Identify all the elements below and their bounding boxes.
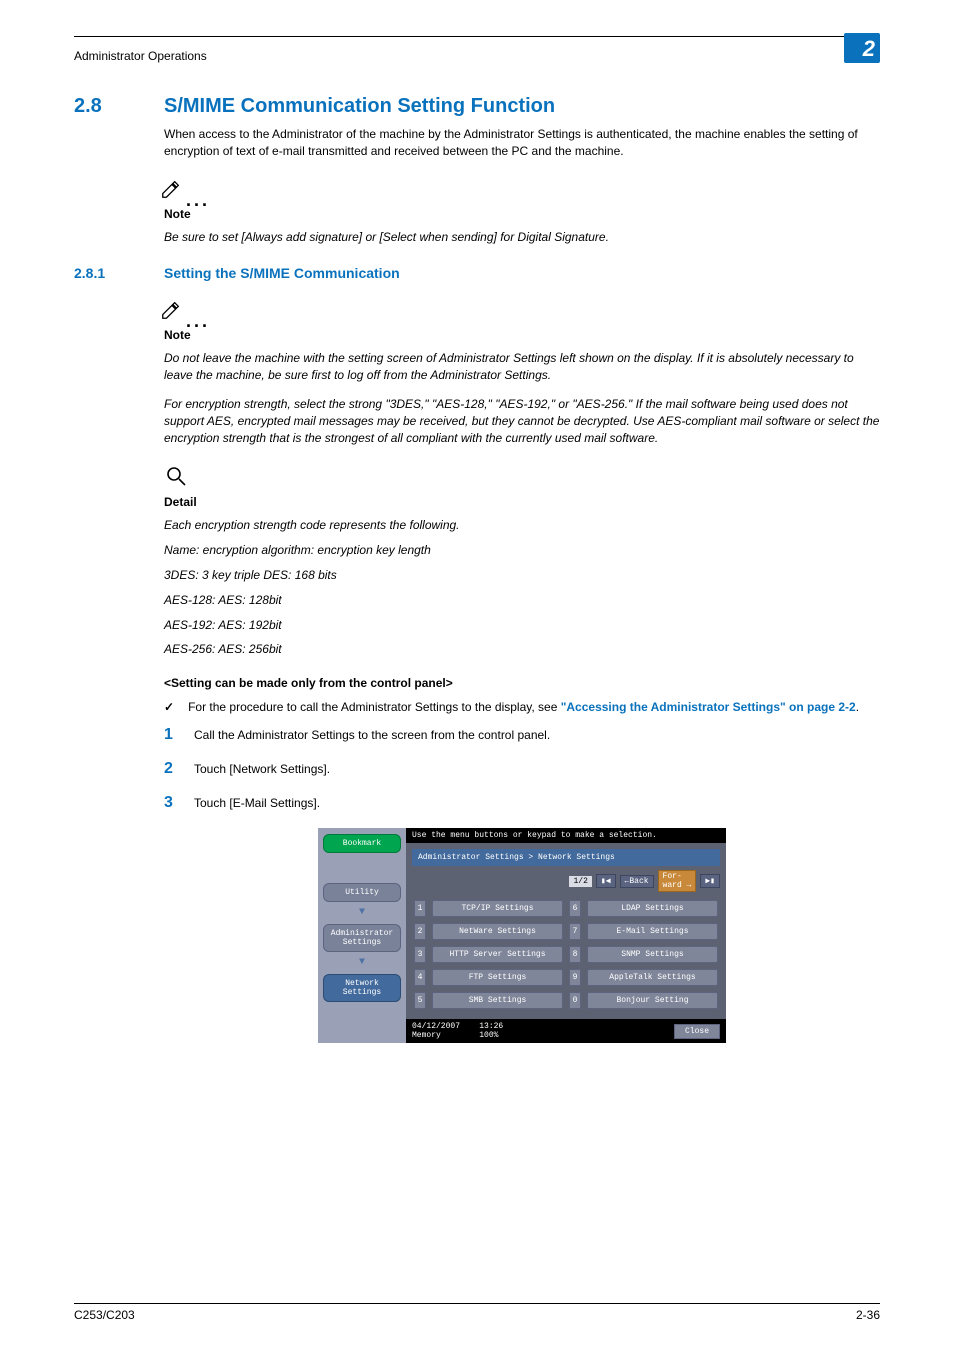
detail-l2: Name: encryption algorithm: encryption k… [164, 542, 880, 559]
utility-button[interactable]: Utility [323, 883, 401, 902]
subsection-heading: 2.8.1 Setting the S/MIME Communication [74, 265, 880, 281]
footer-mem-val: 100% [479, 1031, 498, 1040]
ftp-settings-button[interactable]: FTP Settings [432, 969, 563, 986]
note2-p2: For encryption strength, select the stro… [164, 396, 880, 446]
panel-sidebar: Bookmark Utility ▼ Administrator Setting… [318, 828, 406, 1043]
step-num: 1 [164, 726, 176, 744]
panel-top-message: Use the menu buttons or keypad to make a… [406, 828, 726, 843]
footer-mem-label: Memory [412, 1031, 441, 1040]
footer-date: 04/12/2007 [412, 1022, 460, 1031]
ellipsis-icon: ... [186, 195, 210, 205]
ref-prefix: For the procedure to call the Administra… [188, 700, 561, 714]
note-label: Note [164, 207, 880, 221]
pencil-icon [160, 299, 182, 326]
grid-num: 0 [569, 992, 581, 1009]
detail-l3: 3DES: 3 key triple DES: 168 bits [164, 567, 880, 584]
note-block-2: ... Note Do not leave the machine with t… [164, 299, 880, 446]
panel-heading: <Setting can be made only from the contr… [164, 676, 880, 690]
step-text: Touch [Network Settings]. [194, 762, 330, 776]
detail-l1: Each encryption strength code represents… [164, 517, 880, 534]
detail-block: Detail Each encryption strength code rep… [164, 464, 880, 658]
step-num: 2 [164, 760, 176, 778]
tcpip-settings-button[interactable]: TCP/IP Settings [432, 900, 563, 917]
step-num: 3 [164, 794, 176, 812]
grid-num: 1 [414, 900, 426, 917]
netware-settings-button[interactable]: NetWare Settings [432, 923, 563, 940]
note-text: Be sure to set [Always add signature] or… [164, 229, 880, 246]
page-footer: C253/C203 2-36 [74, 1303, 880, 1322]
control-panel-screenshot: Bookmark Utility ▼ Administrator Setting… [318, 828, 726, 1043]
arrow-down-icon: ▼ [323, 960, 401, 966]
page-header: Administrator Operations 2 [74, 41, 880, 71]
magnifier-icon [164, 475, 188, 492]
section-number: 2.8 [74, 95, 164, 118]
forward-button[interactable]: For- ward → [658, 870, 697, 892]
back-button[interactable]: ←Back [620, 875, 654, 888]
email-settings-button[interactable]: E-Mail Settings [587, 923, 718, 940]
step-3: 3 Touch [E-Mail Settings]. [164, 794, 880, 812]
panel-footer: 04/12/2007 13:26 Memory 100% Close [406, 1019, 726, 1043]
appletalk-settings-button[interactable]: AppleTalk Settings [587, 969, 718, 986]
detail-label: Detail [164, 495, 880, 509]
note-label: Note [164, 328, 880, 342]
snmp-settings-button[interactable]: SNMP Settings [587, 946, 718, 963]
footer-page: 2-36 [856, 1308, 880, 1322]
detail-l4: AES-128: AES: 128bit [164, 592, 880, 609]
section-title: S/MIME Communication Setting Function [164, 95, 555, 118]
subsection-title: Setting the S/MIME Communication [164, 265, 400, 281]
step-1: 1 Call the Administrator Settings to the… [164, 726, 880, 744]
detail-l6: AES-256: AES: 256bit [164, 641, 880, 658]
grid-num: 4 [414, 969, 426, 986]
grid-num: 3 [414, 946, 426, 963]
panel-breadcrumb: Administrator Settings > Network Setting… [412, 849, 720, 866]
section-intro: When access to the Administrator of the … [164, 126, 880, 160]
page-indicator: 1/2 [569, 876, 591, 887]
admin-settings-button[interactable]: Administrator Settings [323, 924, 401, 952]
settings-grid: 1 TCP/IP Settings 6 LDAP Settings 2 NetW… [406, 896, 726, 1019]
pencil-icon [160, 178, 182, 205]
nav-first-button[interactable]: ▮◀ [596, 874, 616, 888]
note-block-1: ... Note Be sure to set [Always add sign… [164, 178, 880, 246]
grid-num: 7 [569, 923, 581, 940]
detail-l5: AES-192: AES: 192bit [164, 617, 880, 634]
grid-num: 8 [569, 946, 581, 963]
step-text: Call the Administrator Settings to the s… [194, 728, 550, 742]
grid-num: 2 [414, 923, 426, 940]
footer-time: 13:26 [479, 1022, 503, 1031]
arrow-down-icon: ▼ [323, 910, 401, 916]
close-button[interactable]: Close [674, 1024, 720, 1039]
bonjour-setting-button[interactable]: Bonjour Setting [587, 992, 718, 1009]
grid-num: 5 [414, 992, 426, 1009]
grid-num: 9 [569, 969, 581, 986]
smb-settings-button[interactable]: SMB Settings [432, 992, 563, 1009]
check-icon: ✓ [164, 700, 174, 714]
subsection-number: 2.8.1 [74, 265, 164, 281]
bookmark-button[interactable]: Bookmark [323, 834, 401, 853]
ldap-settings-button[interactable]: LDAP Settings [587, 900, 718, 917]
nav-last-button[interactable]: ▶▮ [700, 874, 720, 888]
chapter-badge: 2 [844, 33, 880, 63]
step-text: Touch [E-Mail Settings]. [194, 796, 320, 810]
header-section: Administrator Operations [74, 49, 207, 63]
footer-model: C253/C203 [74, 1308, 135, 1322]
note2-p1: Do not leave the machine with the settin… [164, 350, 880, 384]
step-2: 2 Touch [Network Settings]. [164, 760, 880, 778]
network-settings-button[interactable]: Network Settings [323, 974, 401, 1002]
ref-suffix: . [856, 700, 859, 714]
http-server-settings-button[interactable]: HTTP Server Settings [432, 946, 563, 963]
procedure-ref: ✓ For the procedure to call the Administ… [164, 700, 880, 714]
grid-num: 6 [569, 900, 581, 917]
ellipsis-icon: ... [186, 316, 210, 326]
section-heading: 2.8 S/MIME Communication Setting Functio… [74, 95, 880, 118]
ref-link[interactable]: "Accessing the Administrator Settings" o… [561, 700, 856, 714]
